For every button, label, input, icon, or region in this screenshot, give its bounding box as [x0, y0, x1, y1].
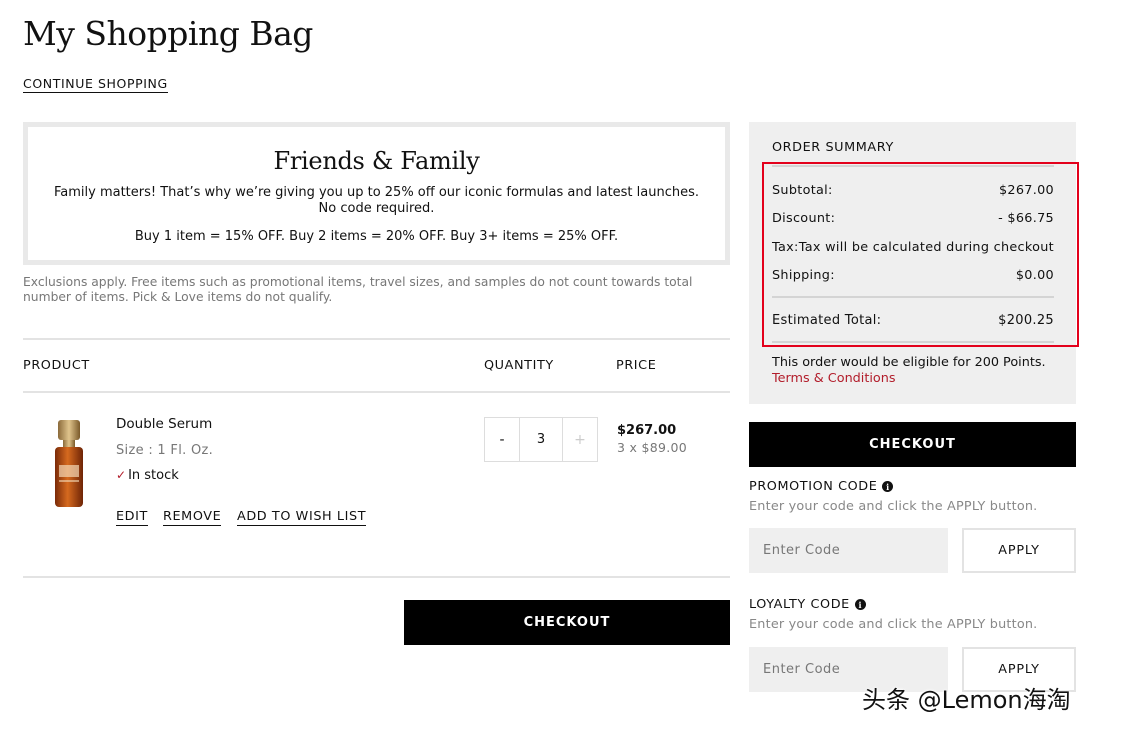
tax-label: Tax: — [772, 240, 799, 255]
promo-description: Family matters! That’s why we’re giving … — [28, 185, 725, 217]
promo-tiers: Buy 1 item = 15% OFF. Buy 2 items = 20% … — [134, 229, 619, 244]
quantity-column-header: QUANTITY — [484, 358, 554, 373]
order-summary-title: ORDER SUMMARY — [772, 140, 894, 155]
tax-row: Tax: Tax will be calculated during check… — [772, 240, 1054, 255]
estimated-total-row: Estimated Total: $200.25 — [772, 313, 1054, 328]
summary-divider-bottom — [772, 341, 1054, 343]
promo-title: Friends & Family — [273, 147, 480, 175]
table-top-divider — [23, 338, 730, 340]
points-eligibility: This order would be eligible for 200 Poi… — [772, 355, 1046, 370]
remove-link[interactable]: REMOVE — [163, 509, 222, 526]
promo-line-2: No code required. — [318, 201, 435, 216]
loyalty-code-label: LOYALTY CODE i — [749, 597, 866, 612]
product-name[interactable]: Double Serum — [116, 416, 212, 432]
summary-divider-top — [772, 165, 1054, 167]
add-to-wishlist-link[interactable]: ADD TO WISH LIST — [237, 509, 367, 526]
stock-status: ✓ In stock — [116, 468, 179, 483]
checkout-button-side[interactable]: CHECKOUT — [749, 422, 1076, 467]
loyalty-code-title: LOYALTY CODE — [749, 597, 850, 612]
price-column-header: PRICE — [616, 358, 657, 373]
quantity-stepper: - 3 + — [484, 417, 598, 462]
checkmark-icon: ✓ — [116, 468, 127, 482]
product-column-header: PRODUCT — [23, 358, 90, 373]
apply-promotion-button[interactable]: APPLY — [962, 528, 1076, 573]
loyalty-code-hint: Enter your code and click the APPLY butt… — [749, 617, 1038, 632]
quantity-value[interactable]: 3 — [519, 418, 563, 461]
shipping-value: $0.00 — [1015, 268, 1054, 283]
summary-divider-middle — [772, 296, 1054, 298]
promotion-code-title: PROMOTION CODE — [749, 479, 878, 494]
discount-row: Discount: - $66.75 — [772, 211, 1054, 226]
info-icon[interactable]: i — [854, 599, 866, 610]
estimated-total-label: Estimated Total: — [772, 313, 882, 328]
friends-family-banner: Friends & Family Family matters! That’s … — [23, 122, 730, 265]
table-header-divider — [23, 391, 730, 393]
table-bottom-divider — [23, 576, 730, 578]
estimated-total-value: $200.25 — [998, 313, 1054, 328]
discount-value: - $66.75 — [998, 211, 1054, 226]
info-icon[interactable]: i — [882, 481, 894, 492]
decrease-quantity-button[interactable]: - — [485, 418, 519, 461]
promo-line-1: Family matters! That’s why we’re giving … — [53, 185, 700, 200]
shipping-label: Shipping: — [772, 268, 835, 283]
stock-label: In stock — [128, 468, 179, 483]
watermark-text: 头条 @Lemon海淘 — [862, 686, 1071, 714]
discount-label: Discount: — [772, 211, 836, 226]
page-title: My Shopping Bag — [23, 14, 313, 53]
order-summary-panel: ORDER SUMMARY Subtotal: $267.00 Discount… — [749, 122, 1079, 404]
subtotal-label: Subtotal: — [772, 183, 833, 198]
edit-link[interactable]: EDIT — [116, 509, 148, 526]
exclusions-note: Exclusions apply. Free items such as pro… — [23, 275, 693, 304]
promotion-code-label: PROMOTION CODE i — [749, 479, 894, 494]
tax-value: Tax will be calculated during checkout — [798, 240, 1054, 255]
terms-conditions-link[interactable]: Terms & Conditions — [772, 371, 896, 386]
continue-shopping-link[interactable]: CONTINUE SHOPPING — [23, 76, 168, 93]
double-serum-image[interactable] — [52, 420, 86, 508]
subtotal-value: $267.00 — [998, 183, 1054, 198]
unit-price: 3 x $89.00 — [617, 440, 688, 455]
increase-quantity-button[interactable]: + — [563, 418, 597, 461]
checkout-button-main[interactable]: CHECKOUT — [404, 600, 730, 645]
promotion-code-input[interactable] — [749, 528, 948, 573]
shipping-row: Shipping: $0.00 — [772, 268, 1054, 283]
promotion-code-hint: Enter your code and click the APPLY butt… — [749, 499, 1038, 514]
product-size: Size : 1 Fl. Oz. — [116, 443, 214, 458]
line-price: $267.00 — [617, 423, 677, 438]
subtotal-row: Subtotal: $267.00 — [772, 183, 1054, 198]
